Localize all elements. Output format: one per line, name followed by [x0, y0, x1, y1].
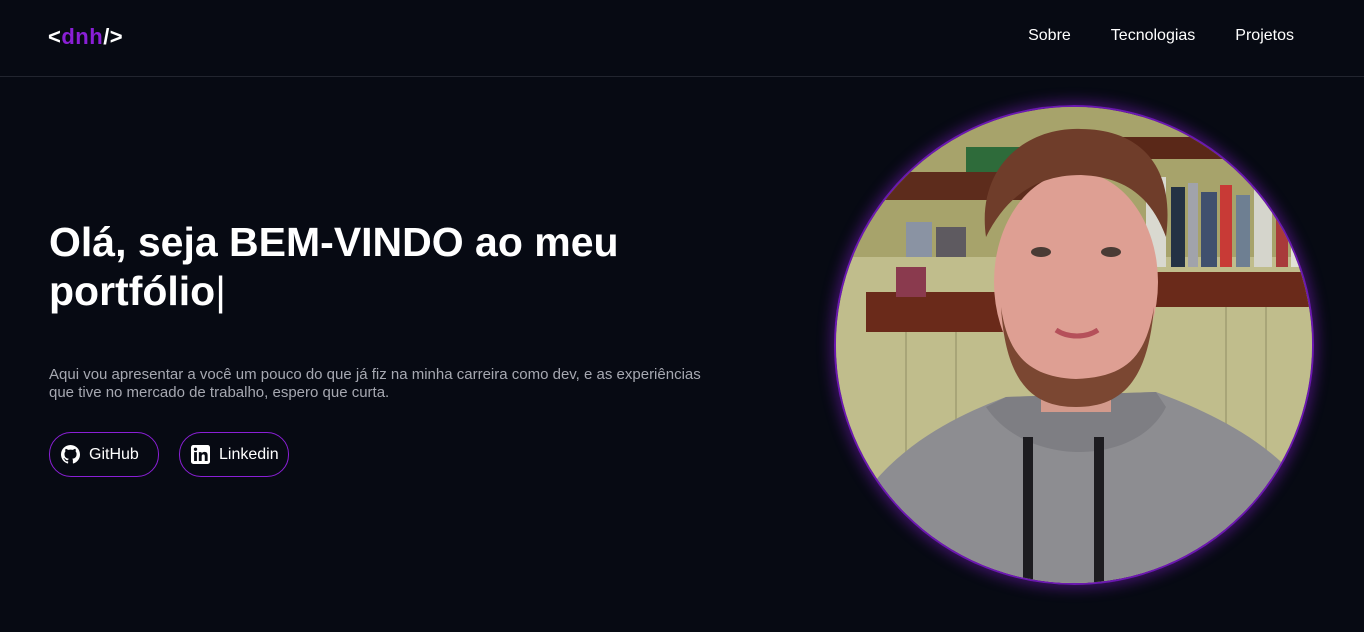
hero-title-text: Olá, seja BEM-VINDO ao meu portfólio [49, 219, 619, 314]
github-button[interactable]: GitHub [49, 432, 159, 477]
profile-photo [834, 105, 1314, 585]
site-header: <dnh/> Sobre Tecnologias Projetos [0, 0, 1364, 77]
github-icon [61, 445, 80, 464]
logo[interactable]: <dnh/> [48, 24, 123, 50]
nav-link-sobre[interactable]: Sobre [1028, 27, 1071, 45]
hero-description: Aqui vou apresentar a você um pouco do q… [49, 366, 701, 401]
main-nav: Sobre Tecnologias Projetos [1028, 27, 1294, 45]
nav-link-tecnologias[interactable]: Tecnologias [1111, 27, 1196, 45]
nav-link-projetos[interactable]: Projetos [1235, 27, 1294, 45]
github-button-label: GitHub [89, 445, 139, 463]
linkedin-button[interactable]: Linkedin [179, 432, 289, 477]
logo-accent: dnh [61, 24, 104, 49]
hero-title: Olá, seja BEM-VINDO ao meu portfólio| [49, 218, 729, 316]
logo-close: /> [103, 24, 124, 49]
linkedin-button-label: Linkedin [219, 445, 279, 463]
typing-cursor: | [215, 268, 226, 314]
logo-open: < [48, 24, 62, 49]
linkedin-icon [191, 445, 210, 464]
